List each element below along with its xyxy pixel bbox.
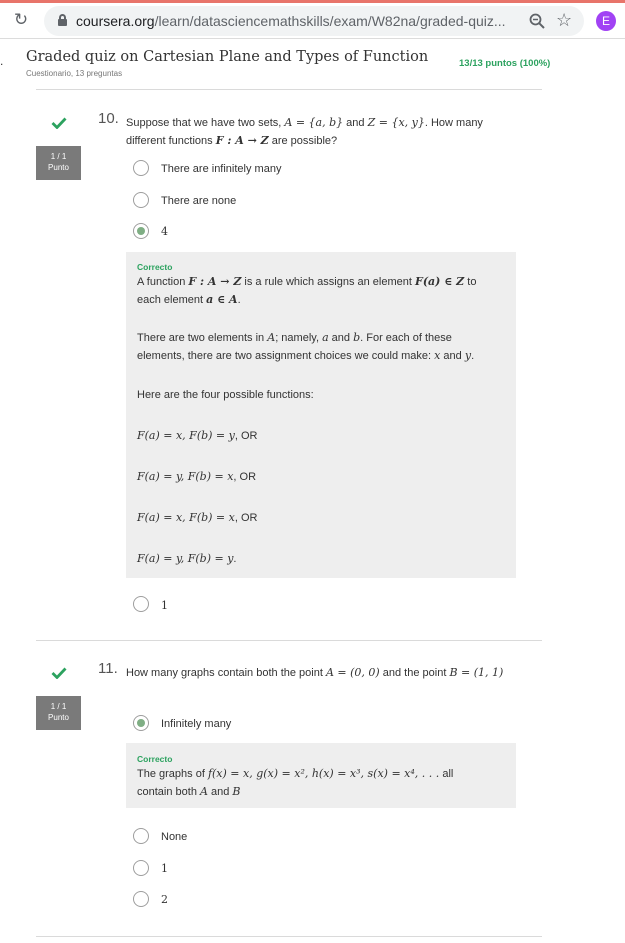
question-divider [36, 640, 542, 641]
points-badge: 1 / 1 Punto [36, 696, 81, 730]
question-divider [36, 936, 542, 937]
option-radio[interactable] [133, 160, 149, 176]
option-label: 4 [161, 225, 168, 238]
function-line: F(a) = y, F(b) = x, OR [137, 470, 257, 483]
option-label: None [161, 831, 188, 843]
feedback-paragraph: The graphs of f(x) = x, g(x) = x², h(x) … [137, 767, 454, 798]
address-bar[interactable]: coursera.org/learn/datasciencemathskills… [44, 6, 584, 36]
points-score: 1 / 1 [50, 152, 67, 161]
option-label: 1 [161, 862, 168, 875]
profile-avatar[interactable]: E [596, 11, 616, 31]
zoom-icon[interactable] [528, 12, 546, 30]
feedback-paragraph: Here are the four possible functions: [137, 389, 314, 401]
question-text: Suppose that we have two sets, A = {a, b… [126, 116, 483, 147]
question-number: 10. [98, 110, 119, 127]
option-radio-selected[interactable] [133, 223, 149, 239]
option-label: 1 [161, 599, 168, 612]
feedback-box: Correcto The graphs of f(x) = x, g(x) = … [126, 743, 516, 808]
url-host: coursera.org [76, 13, 155, 29]
reload-icon[interactable]: ↻ [12, 11, 30, 29]
option-label: There are infinitely many [161, 163, 282, 175]
function-line: F(a) = x, F(b) = y, OR [137, 429, 258, 442]
option-radio[interactable] [133, 596, 149, 612]
page-subtitle: Cuestionario, 13 preguntas [26, 69, 123, 78]
option-radio[interactable] [133, 891, 149, 907]
question-text: How many graphs contain both the point A… [126, 666, 504, 679]
url-text[interactable]: coursera.org/learn/datasciencemathskills… [76, 13, 506, 29]
quiz-header: . Graded quiz on Cartesian Plane and Typ… [0, 40, 625, 90]
header-divider [36, 89, 542, 90]
option-radio[interactable] [133, 860, 149, 876]
browser-toolbar: ↻ coursera.org/learn/datasciencemathskil… [0, 3, 625, 39]
feedback-box: Correcto A function F : A → Z is a rule … [126, 252, 516, 578]
points-label: Punto [48, 163, 69, 172]
question-number: 11. [98, 660, 118, 677]
url-path: /learn/datasciencemathskills/exam/W82na/… [154, 13, 506, 29]
points-label: Punto [48, 713, 69, 722]
page-title: Graded quiz on Cartesian Plane and Types… [26, 49, 429, 65]
option-label: 2 [161, 893, 168, 906]
points-score: 1 / 1 [50, 702, 67, 711]
feedback-paragraph: A function F : A → Z is a rule which ass… [137, 275, 477, 306]
correct-check-icon [51, 667, 67, 679]
feedback-status: Correcto [137, 262, 173, 272]
option-label: There are none [161, 195, 237, 207]
function-line: F(a) = x, F(b) = x, OR [137, 511, 258, 524]
points-badge: 1 / 1 Punto [36, 146, 81, 180]
option-radio[interactable] [133, 192, 149, 208]
feedback-status: Correcto [137, 754, 173, 764]
option-radio-selected[interactable] [133, 715, 149, 731]
option-label: Infinitely many [161, 718, 232, 730]
lock-icon [58, 14, 67, 26]
correct-check-icon [51, 117, 67, 129]
function-line: F(a) = y, F(b) = y. [137, 552, 237, 565]
header-marker: . [0, 54, 4, 68]
score-badge: 13/13 puntos (100%) [459, 58, 551, 69]
feedback-paragraph: There are two elements in A; namely, a a… [137, 331, 475, 362]
option-radio[interactable] [133, 828, 149, 844]
bookmark-star-icon[interactable]: ☆ [556, 10, 572, 30]
